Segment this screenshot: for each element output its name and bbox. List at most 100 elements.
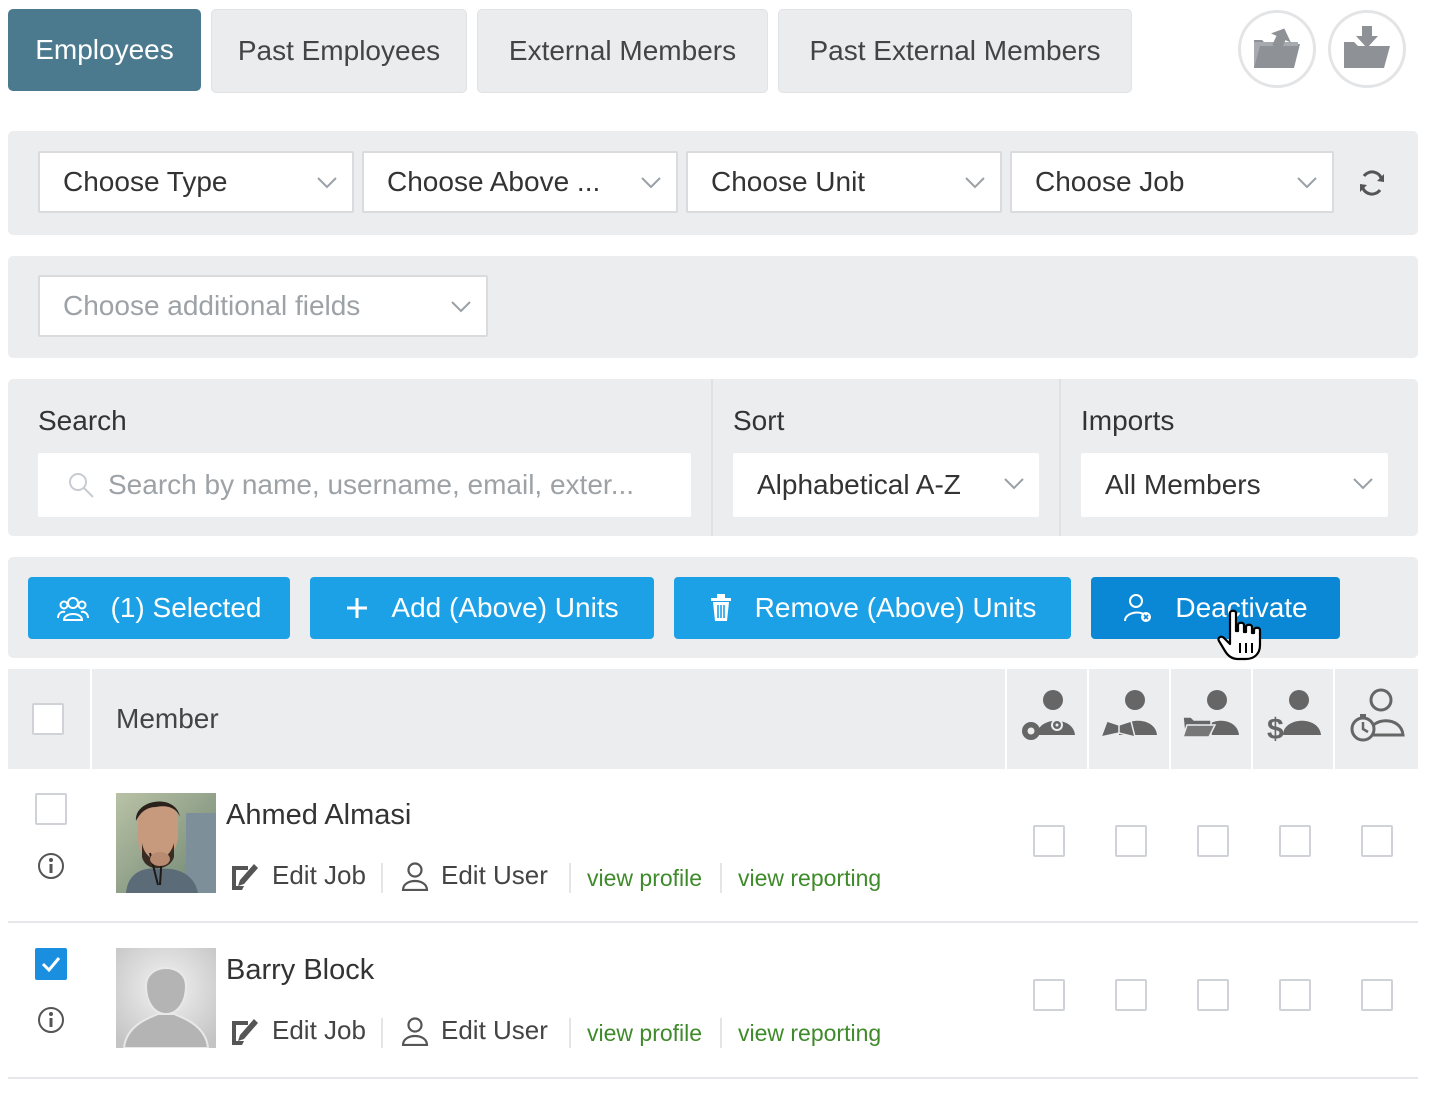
member-name[interactable]: Ahmed Almasi: [226, 799, 411, 832]
member-header-cell: Member: [92, 669, 1007, 769]
info-icon[interactable]: [36, 1005, 66, 1035]
user-remove-icon: [1124, 594, 1152, 622]
view-reporting-link[interactable]: view reporting: [738, 865, 881, 892]
separator: [381, 863, 383, 893]
additional-fields-select[interactable]: Choose additional fields: [38, 275, 488, 337]
trash-icon: [710, 594, 731, 621]
perm-checkbox-time[interactable]: [1361, 825, 1393, 857]
edit-job-link[interactable]: Edit Job: [230, 860, 366, 891]
users-icon: [56, 597, 89, 621]
edit-job-label: Edit Job: [272, 1015, 366, 1045]
member-header: Member: [116, 703, 219, 734]
user-salary-icon: $: [1267, 690, 1321, 746]
edit-user-link[interactable]: Edit User: [401, 860, 548, 891]
edit-job-link[interactable]: Edit Job: [230, 1015, 366, 1046]
search-input[interactable]: Search by name, username, email, exter..…: [38, 453, 691, 517]
search-label: Search: [38, 405, 127, 436]
job-select[interactable]: Choose Job: [1010, 151, 1334, 213]
chevron-down-icon: [451, 301, 471, 313]
import-button[interactable]: [1328, 10, 1406, 88]
refresh-icon[interactable]: [1357, 168, 1387, 198]
perm-checkbox-time[interactable]: [1361, 979, 1393, 1011]
add-units-label: Add (Above) Units: [391, 592, 619, 623]
member-name[interactable]: Barry Block: [226, 954, 374, 987]
selected-button[interactable]: (1) Selected: [28, 577, 290, 639]
perm-checkbox-learning[interactable]: [1115, 979, 1147, 1011]
remove-units-button[interactable]: Remove (Above) Units: [674, 577, 1071, 639]
sort-label: Sort: [733, 405, 785, 436]
type-select[interactable]: Choose Type: [38, 151, 354, 213]
chevron-down-icon: [1004, 478, 1024, 490]
separator: [569, 863, 571, 893]
user-settings-icon: [1022, 690, 1075, 740]
perm-header-4: $: [1253, 669, 1335, 769]
folder-export-icon: [1254, 28, 1300, 68]
user-learning-icon: [1099, 690, 1157, 739]
edit-job-label: Edit Job: [272, 860, 366, 890]
selected-label: (1) Selected: [110, 592, 262, 623]
imports-select[interactable]: All Members: [1081, 453, 1388, 517]
above-select[interactable]: Choose Above ...: [362, 151, 678, 213]
separator: [720, 1018, 722, 1048]
perm-checkbox-documents[interactable]: [1197, 979, 1229, 1011]
actions-panel: (1) Selected Add (Above) Units Remove (A…: [8, 557, 1418, 661]
separator: [381, 1018, 383, 1048]
view-profile-link[interactable]: view profile: [587, 865, 702, 892]
export-button[interactable]: [1238, 10, 1316, 88]
imports-select-value: All Members: [1105, 469, 1261, 500]
sort-select[interactable]: Alphabetical A-Z: [733, 453, 1039, 517]
view-profile-link[interactable]: view profile: [587, 1020, 702, 1047]
tab-past-employees[interactable]: Past Employees: [211, 9, 467, 93]
perm-checkbox-settings[interactable]: [1033, 825, 1065, 857]
perm-checkbox-learning[interactable]: [1115, 825, 1147, 857]
checkmark-icon: [41, 957, 61, 972]
perm-checkbox-salary[interactable]: [1279, 825, 1311, 857]
info-icon[interactable]: [36, 851, 66, 881]
table-row: Barry Block Edit Job Edit User view prof…: [8, 923, 1418, 1079]
row-checkbox[interactable]: [35, 793, 67, 825]
user-time-icon: [1350, 688, 1405, 742]
user-icon: [401, 861, 429, 891]
avatar: [116, 948, 216, 1048]
select-all-cell: [8, 669, 92, 769]
perm-checkbox-settings[interactable]: [1033, 979, 1065, 1011]
svg-text:$: $: [1267, 713, 1284, 746]
imports-label: Imports: [1081, 405, 1175, 436]
table-header: Member $: [8, 669, 1418, 769]
type-select-value: Choose Type: [63, 166, 228, 197]
select-all-checkbox[interactable]: [32, 703, 64, 735]
above-select-value: Choose Above ...: [387, 166, 601, 197]
edit-job-icon: [232, 863, 258, 890]
perm-checkbox-salary[interactable]: [1279, 979, 1311, 1011]
separator: [569, 1018, 571, 1048]
tab-employees[interactable]: Employees: [8, 9, 201, 91]
filter-panel: Choose Type Choose Above ... Choose Unit…: [8, 131, 1418, 235]
edit-user-label: Edit User: [441, 1015, 548, 1045]
divider: [711, 379, 713, 536]
search-placeholder: Search by name, username, email, exter..…: [108, 469, 635, 500]
add-units-button[interactable]: Add (Above) Units: [310, 577, 654, 639]
chevron-down-icon: [317, 177, 337, 189]
job-select-value: Choose Job: [1035, 166, 1185, 197]
separator: [720, 863, 722, 893]
plus-icon: [347, 598, 368, 618]
hand-cursor-icon: [1217, 609, 1262, 661]
row-checkbox[interactable]: [35, 948, 67, 980]
unit-select-value: Choose Unit: [711, 166, 866, 197]
avatar: [116, 793, 216, 893]
edit-user-label: Edit User: [441, 860, 548, 890]
additional-fields-panel: Choose additional fields: [8, 256, 1418, 358]
unit-select[interactable]: Choose Unit: [686, 151, 1002, 213]
perm-checkbox-documents[interactable]: [1197, 825, 1229, 857]
table-row: Ahmed Almasi Edit Job Edit User view pro…: [8, 769, 1418, 923]
perm-header-2: [1089, 669, 1171, 769]
edit-user-link[interactable]: Edit User: [401, 1015, 548, 1046]
view-reporting-link[interactable]: view reporting: [738, 1020, 881, 1047]
sort-select-value: Alphabetical A-Z: [757, 469, 961, 500]
user-documents-icon: [1181, 690, 1239, 738]
tab-external-members[interactable]: External Members: [477, 9, 768, 93]
chevron-down-icon: [641, 177, 661, 189]
tab-past-external-members[interactable]: Past External Members: [778, 9, 1132, 93]
divider: [1059, 379, 1061, 536]
perm-header-5: [1335, 669, 1418, 769]
